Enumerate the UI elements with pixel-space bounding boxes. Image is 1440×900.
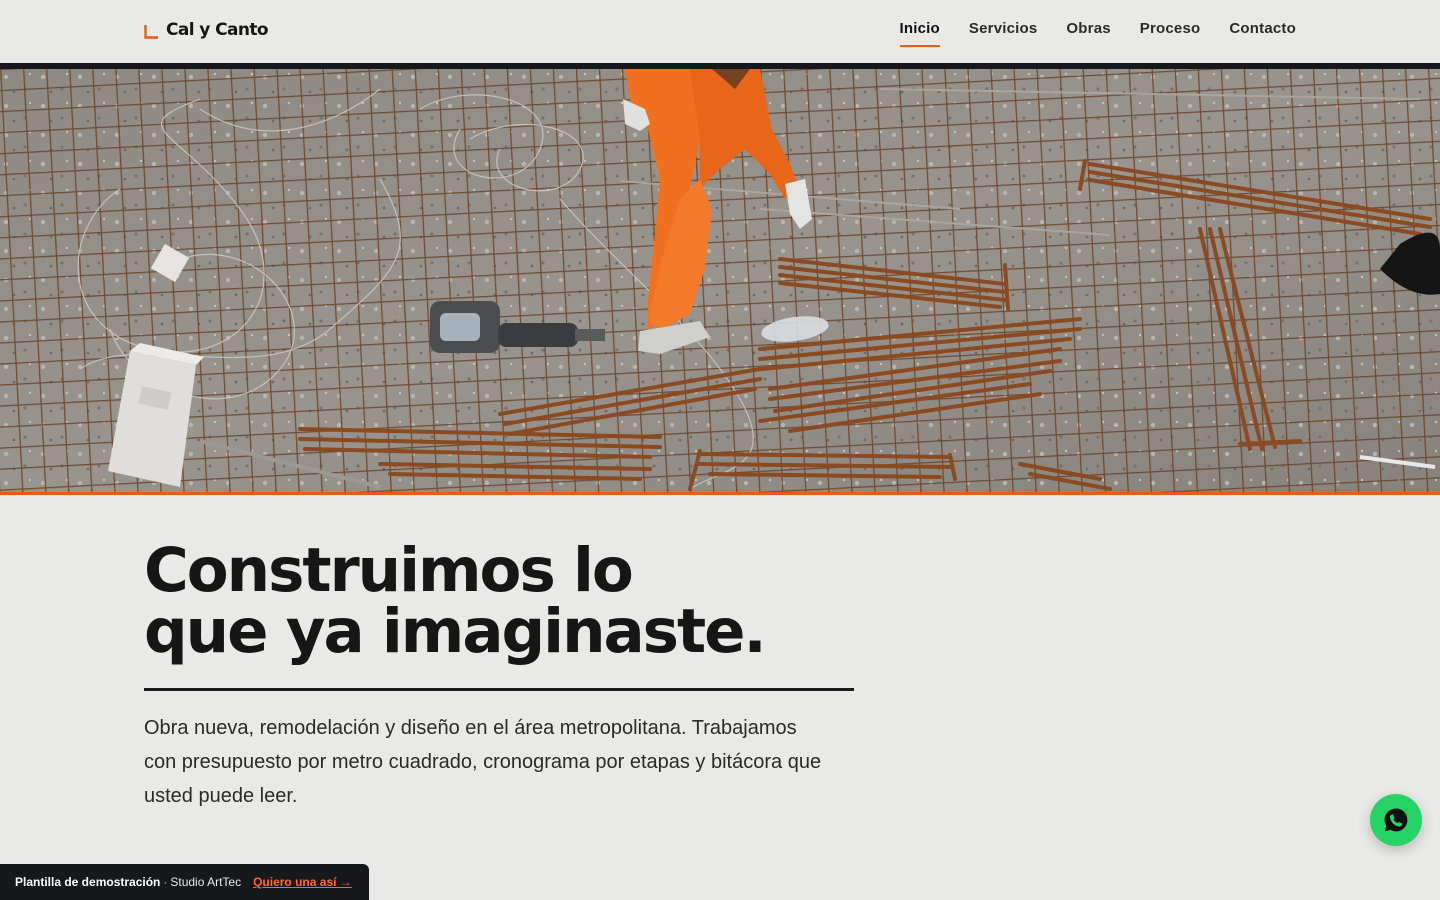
hero-headline: Construimos lo que ya imaginaste. [144,540,904,662]
nav-item-servicios[interactable]: Servicios [969,20,1038,47]
hero-headline-line-2: que ya imaginaste. [144,596,767,667]
corner-bracket-icon [144,25,158,39]
demo-cta-link[interactable]: Quiero una así → [253,875,352,889]
demo-template-bar: Plantilla de demostración · Studio ArtTe… [0,864,369,900]
hero-image [0,69,1440,492]
nav-item-inicio[interactable]: Inicio [899,20,941,47]
brand-logo[interactable]: Cal y Canto [144,18,269,42]
site-header: Cal y Canto Inicio Servicios Obras Proce… [0,0,1440,63]
nav-item-contacto[interactable]: Contacto [1229,20,1296,47]
nav-item-proceso[interactable]: Proceso [1140,20,1201,47]
main-nav: Inicio Servicios Obras Proceso Contacto [899,20,1296,47]
whatsapp-icon [1384,808,1408,832]
headline-divider [144,688,854,691]
brand-name: Cal y Canto [166,20,269,40]
nav-item-obras[interactable]: Obras [1066,20,1110,47]
demo-separator: · [163,875,168,889]
hero-accent-rule [0,492,1440,495]
whatsapp-button[interactable] [1370,794,1422,846]
hero-lead-text: Obra nueva, remodelación y diseño en el … [144,717,822,807]
demo-studio-name: Studio ArtTec [170,875,242,889]
demo-label: Plantilla de demostración [15,875,161,889]
hero-headline-line-1: Construimos lo [144,535,634,606]
